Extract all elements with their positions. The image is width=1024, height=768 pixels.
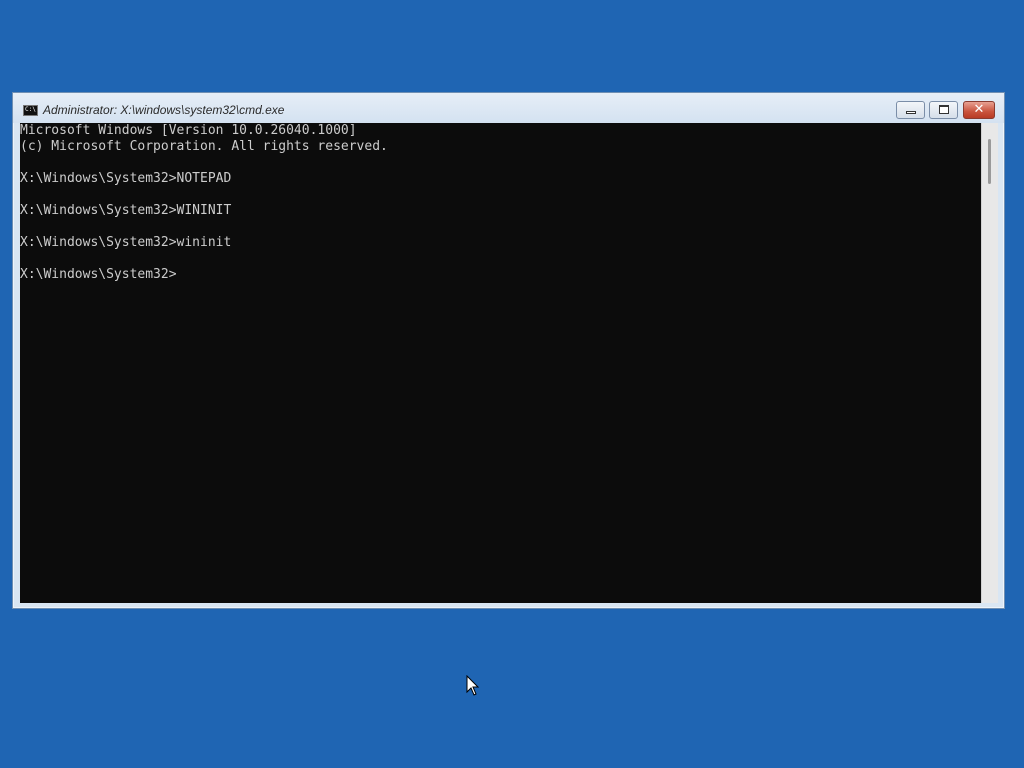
console-prompt[interactable]: X:\Windows\System32> bbox=[20, 267, 981, 283]
title-bar[interactable]: C:\ Administrator: X:\windows\system32\c… bbox=[13, 93, 1004, 123]
console-line: X:\Windows\System32>WININIT bbox=[20, 203, 232, 218]
console-line: Microsoft Windows [Version 10.0.26040.10… bbox=[20, 123, 357, 138]
scrollbar-thumb[interactable] bbox=[988, 139, 991, 184]
minimize-icon bbox=[906, 111, 916, 114]
minimize-button[interactable] bbox=[896, 101, 925, 119]
cmd-app-icon[interactable]: C:\ bbox=[23, 105, 38, 116]
window-title: Administrator: X:\windows\system32\cmd.e… bbox=[43, 103, 285, 117]
cmd-window[interactable]: C:\ Administrator: X:\windows\system32\c… bbox=[12, 92, 1005, 609]
restore-icon bbox=[939, 105, 949, 114]
console-output[interactable]: Microsoft Windows [Version 10.0.26040.10… bbox=[20, 123, 981, 603]
console-line: X:\Windows\System32>wininit bbox=[20, 235, 232, 250]
console-line: X:\Windows\System32>NOTEPAD bbox=[20, 171, 232, 186]
mouse-pointer-icon bbox=[466, 675, 480, 696]
vertical-scrollbar[interactable] bbox=[981, 123, 998, 603]
restore-button[interactable] bbox=[929, 101, 958, 119]
close-icon: ✕ bbox=[973, 102, 985, 117]
console-line: (c) Microsoft Corporation. All rights re… bbox=[20, 139, 388, 154]
close-button[interactable]: ✕ bbox=[963, 101, 995, 119]
